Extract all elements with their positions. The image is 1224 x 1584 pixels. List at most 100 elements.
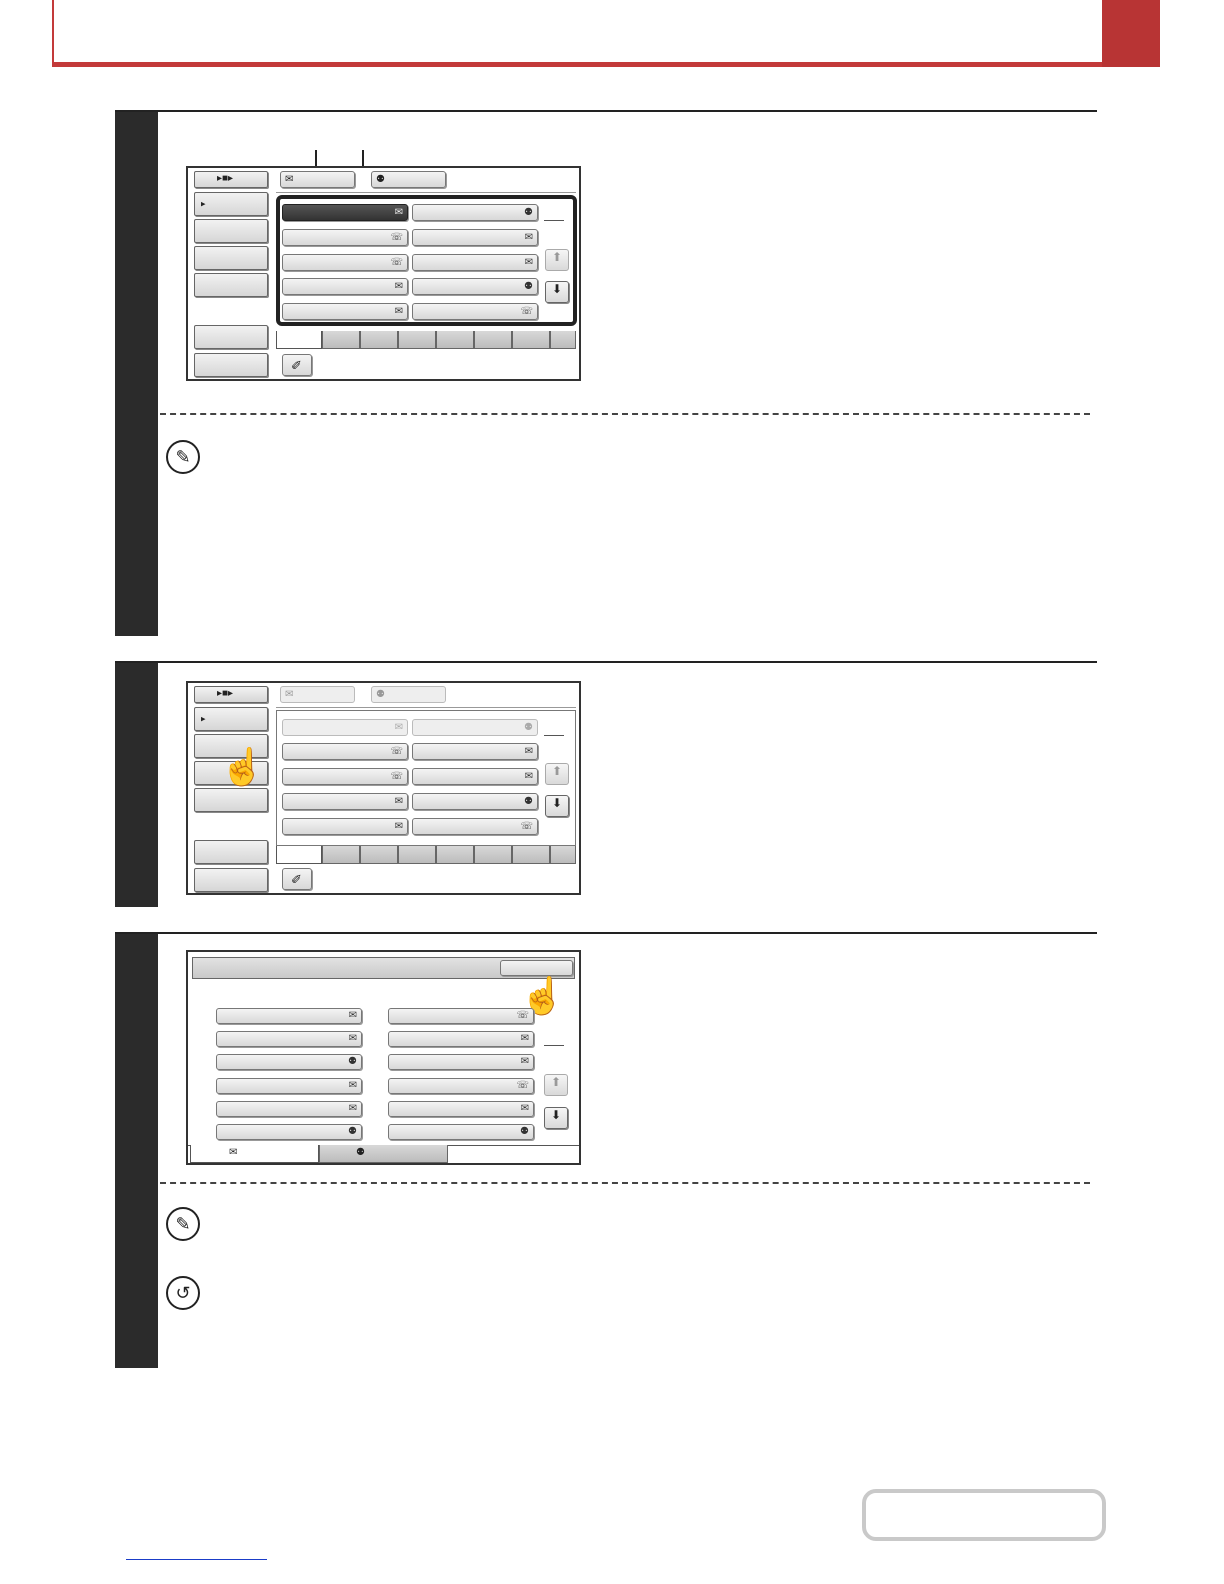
destination-key[interactable]: ⚉: [412, 719, 538, 736]
email-icon: ✉: [520, 1033, 529, 1044]
index-tab[interactable]: [512, 846, 550, 864]
sidebar-button-6[interactable]: [194, 868, 268, 892]
sidebar-button-4[interactable]: [194, 788, 268, 812]
sidebar-button-4[interactable]: [194, 273, 268, 297]
ok-button[interactable]: [500, 960, 573, 976]
address-entry[interactable]: ⚉: [388, 1124, 534, 1140]
email-icon: ✉: [394, 206, 403, 218]
index-tab-active[interactable]: [276, 331, 322, 349]
fax-icon: ☏: [520, 820, 533, 832]
sidebar-button-3[interactable]: [194, 246, 268, 270]
address-entry[interactable]: ✉: [216, 1101, 362, 1117]
index-tab[interactable]: [474, 846, 512, 864]
email-tab-button[interactable]: ✉: [280, 686, 355, 703]
ifax-icon: ⚉: [348, 1056, 357, 1067]
sidebar-button-5[interactable]: [194, 325, 268, 349]
address-entry[interactable]: ⚉: [216, 1054, 362, 1070]
mode-switch-button[interactable]: ▸■▸: [194, 171, 268, 188]
contents-button[interactable]: [862, 1489, 1106, 1541]
destination-key[interactable]: ☏: [412, 303, 538, 320]
sidebar-button-6[interactable]: [194, 353, 268, 377]
index-tab[interactable]: [512, 331, 550, 349]
destination-key[interactable]: ✉: [412, 254, 538, 271]
index-tab[interactable]: [398, 846, 436, 864]
address-entry[interactable]: ✉: [216, 1078, 362, 1094]
address-entry[interactable]: ☏: [388, 1078, 534, 1094]
email-icon: ✉: [394, 820, 403, 832]
destination-key[interactable]: ☏: [282, 768, 408, 785]
destination-key[interactable]: ☏: [412, 818, 538, 835]
index-tab[interactable]: [322, 331, 360, 349]
edit-button[interactable]: ✐: [282, 354, 312, 376]
edit-icon: ✐: [291, 872, 302, 887]
play-stop-icon: ▸■▸: [217, 173, 234, 184]
index-tab[interactable]: [398, 331, 436, 349]
index-tab[interactable]: [474, 331, 512, 349]
index-tab[interactable]: [436, 331, 474, 349]
scroll-down-button[interactable]: ⬇: [545, 281, 569, 303]
mode-switch-button[interactable]: ▸■▸: [194, 686, 268, 703]
index-tab[interactable]: [360, 331, 398, 349]
step-3-bar: [115, 932, 158, 1368]
index-tab[interactable]: [360, 846, 398, 864]
destination-key-selected[interactable]: ✉: [282, 204, 408, 221]
header-rule: [52, 62, 1160, 67]
fax-icon: ☏: [516, 1010, 529, 1021]
ifax-icon: ⚉: [520, 1126, 529, 1137]
sidebar-button-2[interactable]: [194, 219, 268, 243]
destination-key[interactable]: ⚉: [412, 204, 538, 221]
ifax-tab-button[interactable]: ⚉: [371, 171, 446, 188]
destination-key[interactable]: ✉: [282, 793, 408, 810]
email-icon: ✉: [229, 1147, 238, 1158]
footer-link[interactable]: [126, 1559, 267, 1560]
tab-email[interactable]: ✉: [190, 1145, 319, 1163]
scroll-up-button[interactable]: ⬆: [545, 249, 569, 271]
address-entry[interactable]: ☏: [388, 1008, 534, 1024]
destination-key[interactable]: ☏: [282, 254, 408, 271]
index-tab-active[interactable]: [276, 846, 322, 864]
index-tab[interactable]: [436, 846, 474, 864]
email-icon: ✉: [524, 745, 533, 757]
page-indicator: [544, 220, 564, 221]
edit-button[interactable]: ✐: [282, 868, 312, 890]
down-arrow-icon: ⬇: [551, 282, 563, 296]
sidebar-button-1[interactable]: ▸: [194, 192, 268, 216]
email-tab-button[interactable]: ✉: [280, 171, 355, 188]
index-tab[interactable]: [550, 846, 576, 864]
edit-icon: ✐: [291, 358, 302, 373]
destination-key[interactable]: ✉: [282, 818, 408, 835]
sidebar-button-1[interactable]: ▸: [194, 707, 268, 731]
destination-key[interactable]: ⚉: [412, 793, 538, 810]
address-entry[interactable]: ⚉: [216, 1124, 362, 1140]
step-3-rule: [115, 932, 1097, 934]
index-tab[interactable]: [550, 331, 576, 349]
destination-key[interactable]: ☏: [282, 229, 408, 246]
address-entry[interactable]: ✉: [216, 1031, 362, 1047]
up-arrow-icon: ⬆: [550, 1075, 562, 1089]
scroll-up-button[interactable]: ⬆: [545, 763, 569, 785]
scroll-down-button[interactable]: ⬇: [545, 795, 569, 817]
destination-key[interactable]: ✉: [412, 743, 538, 760]
destination-key[interactable]: ✉: [282, 278, 408, 295]
page-indicator: [544, 1045, 564, 1046]
scroll-down-button[interactable]: ⬇: [544, 1107, 568, 1129]
destination-key[interactable]: ☏: [282, 743, 408, 760]
up-arrow-icon: ⬆: [551, 250, 563, 264]
index-tab[interactable]: [322, 846, 360, 864]
destination-key[interactable]: ✉: [282, 303, 408, 320]
ifax-tab-button[interactable]: ⚉: [371, 686, 446, 703]
sidebar-button-5[interactable]: [194, 840, 268, 864]
destination-key[interactable]: ✉: [282, 719, 408, 736]
destination-key[interactable]: ✉: [412, 229, 538, 246]
scroll-up-button[interactable]: ⬆: [544, 1074, 568, 1096]
destination-key[interactable]: ✉: [412, 768, 538, 785]
address-entry[interactable]: ✉: [388, 1031, 534, 1047]
address-entry[interactable]: ✉: [388, 1101, 534, 1117]
address-entry[interactable]: ✉: [216, 1008, 362, 1024]
address-entry[interactable]: ✉: [388, 1054, 534, 1070]
tab-ifax[interactable]: ⚉: [319, 1145, 448, 1163]
email-icon: ✉: [394, 305, 403, 317]
page-indicator: [544, 735, 564, 736]
destination-key[interactable]: ⚉: [412, 278, 538, 295]
arrow-right-icon: ▸: [201, 713, 206, 724]
